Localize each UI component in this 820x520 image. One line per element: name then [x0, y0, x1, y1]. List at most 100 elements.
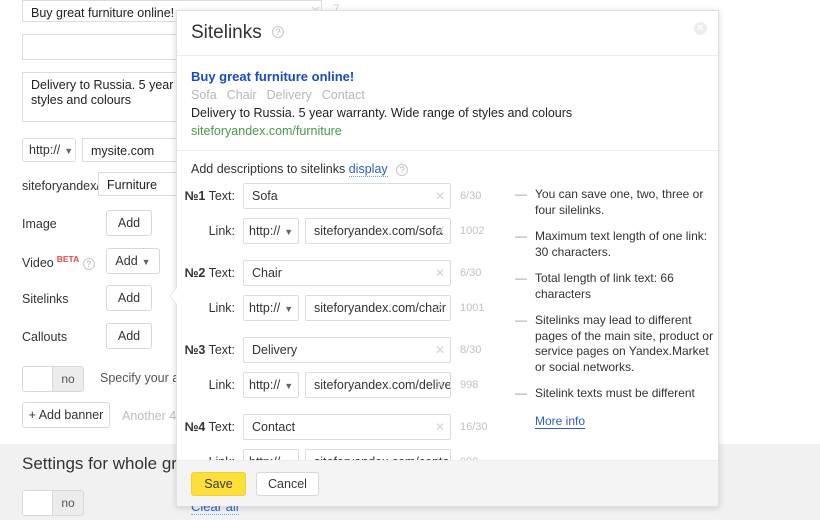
- add-banner-button[interactable]: + Add banner: [22, 402, 110, 428]
- sitelink-3-text-label: №3 Text:: [177, 337, 235, 363]
- sitelink-2-url-input[interactable]: siteforyandex.com/chair: [305, 295, 451, 321]
- dash-icon: —: [515, 229, 527, 243]
- domain-protocol-select[interactable]: http://▼: [22, 138, 76, 162]
- sitelink-link-row: Link: http://▼ siteforyandex.com/deliver…: [177, 372, 507, 400]
- chevron-down-icon: ▼: [284, 227, 294, 237]
- sitelink-4-text-clear-icon[interactable]: ✕: [432, 414, 448, 440]
- snippet-preview: Buy great furniture online! Sofa Chair Del…: [177, 56, 718, 151]
- modal-body: Add descriptions to sitelinks display ? …: [177, 151, 718, 515]
- sitelink-2-text-clear-icon[interactable]: ✕: [432, 260, 448, 286]
- sitelink-3-text-input[interactable]: Delivery: [243, 337, 451, 363]
- close-icon[interactable]: ✕: [694, 22, 707, 35]
- sitelink-2-text-label: №2 Text:: [177, 260, 235, 286]
- more-info-wrap: More info: [515, 413, 715, 429]
- video-help-icon[interactable]: ?: [82, 257, 95, 270]
- sitelink-1-protocol-select[interactable]: http://▼: [243, 218, 299, 244]
- cancel-button[interactable]: Cancel: [256, 472, 319, 496]
- toggle-knob: [23, 367, 53, 391]
- snippet-sitelink: Chair: [226, 88, 257, 102]
- dash-icon: —: [515, 187, 527, 201]
- text-label: Text:: [208, 189, 235, 203]
- snippet-url: siteforyandex.com/furniture: [191, 124, 342, 138]
- page-title: Sitelinks: [191, 22, 262, 43]
- dash-icon: —: [515, 271, 527, 285]
- sitelink-1-text-clear-icon[interactable]: ✕: [432, 183, 448, 209]
- protocol-value: http://: [249, 224, 281, 238]
- sitelink-number: №2: [184, 266, 206, 280]
- snippet-sitelink: Contact: [321, 88, 365, 102]
- toggle-label: no: [61, 496, 75, 510]
- sitelink-text-row: №3 Text: Delivery ✕ 8/30: [177, 337, 507, 365]
- sitelink-1-text-counter: 6/30: [460, 190, 482, 202]
- sitelinks-add-button[interactable]: Add: [106, 285, 152, 311]
- video-add-button[interactable]: Add ▼: [106, 248, 160, 274]
- sitelink-1-text-label: №1 Text:: [177, 183, 235, 209]
- sitelink-3-text-clear-icon[interactable]: ✕: [432, 337, 448, 363]
- video-row-label: Video BETA ?: [22, 254, 95, 270]
- chevron-down-icon: ▼: [284, 304, 294, 314]
- snippet-sitelink: Sofa: [191, 88, 217, 102]
- dash-icon: —: [515, 313, 527, 327]
- group-settings-toggle[interactable]: no: [22, 490, 84, 516]
- sitelink-3-url-input[interactable]: siteforyandex.com/delivery: [305, 372, 451, 398]
- chevron-down-icon: ▼: [284, 381, 294, 391]
- sitelink-3-protocol-select[interactable]: http://▼: [243, 372, 299, 398]
- chevron-down-icon: ▼: [64, 146, 74, 156]
- sitelink-4-text-counter: 16/30: [460, 421, 488, 433]
- callouts-row-label: Callouts: [22, 330, 68, 344]
- protocol-value: http://: [249, 378, 281, 392]
- callouts-add-button[interactable]: Add: [106, 323, 152, 349]
- modal-footer: Save Cancel: [177, 460, 718, 506]
- display-link[interactable]: display: [348, 162, 388, 177]
- sitelink-1-url-clear-icon[interactable]: ✕: [432, 218, 448, 244]
- toggle-label: no: [61, 372, 75, 386]
- sitelink-1-link-label: Link:: [208, 224, 235, 238]
- display-help-icon[interactable]: ?: [396, 163, 409, 176]
- title-help-icon[interactable]: ?: [272, 26, 284, 38]
- image-row-label: Image: [22, 217, 57, 231]
- sitelink-1-text-input[interactable]: Sofa: [243, 183, 451, 209]
- sitelink-3-text-counter: 8/30: [460, 344, 482, 356]
- text-label: Text:: [208, 420, 235, 434]
- toggle-knob: [23, 491, 53, 515]
- tip-text: Sitelinks may lead to different pages of…: [535, 313, 714, 374]
- sitelink-4-text-input[interactable]: Contact: [243, 414, 451, 440]
- snippet-sitelinks-row: Sofa Chair Delivery Contact: [191, 86, 704, 104]
- tip-item: — Maximum text length of one link: 30 ch…: [515, 229, 715, 260]
- sitelink-link-row: Link: http://▼ siteforyandex.com/sofa ✕ …: [177, 218, 507, 246]
- sitelink-2-protocol-select[interactable]: http://▼: [243, 295, 299, 321]
- snippet-sitelink: Delivery: [266, 88, 312, 102]
- image-add-button[interactable]: Add: [106, 210, 152, 236]
- sitelink-2-text-counter: 6/30: [460, 267, 482, 279]
- chevron-down-icon: ▼: [141, 257, 151, 267]
- tip-item: — You can save one, two, three or four s…: [515, 187, 715, 218]
- snippet-title: Buy great furniture online!: [191, 69, 355, 84]
- sitelink-number: №3: [184, 343, 206, 357]
- tip-item: — Sitelink texts must be different: [515, 386, 715, 402]
- tip-item: — Sitelinks may lead to different pages …: [515, 313, 715, 375]
- sitelink-link-row: Link: http://▼ siteforyandex.com/chair ✕…: [177, 295, 507, 323]
- sitelink-4-text-label: №4 Text:: [177, 414, 235, 440]
- protocol-value: http://: [249, 301, 281, 315]
- modal-pointer-tail: [170, 288, 177, 304]
- save-button[interactable]: Save: [191, 472, 246, 496]
- sitelink-2-url-clear-icon[interactable]: ✕: [432, 295, 448, 321]
- sitelink-2-url-counter: 1001: [460, 302, 485, 314]
- sitelink-3-url-clear-icon[interactable]: ✕: [432, 372, 448, 398]
- sitelink-3-link-label: Link:: [208, 378, 235, 392]
- sitelink-text-row: №1 Text: Sofa ✕ 6/30: [177, 183, 507, 211]
- tip-text: Sitelink texts must be different: [535, 386, 695, 400]
- sitelink-number: №4: [184, 420, 206, 434]
- more-info-link[interactable]: More info: [535, 413, 586, 429]
- sitelink-1-url-input[interactable]: siteforyandex.com/sofa: [305, 218, 451, 244]
- sitelink-text-row: №4 Text: Contact ✕ 16/30: [177, 414, 507, 442]
- sitelink-2-text-input[interactable]: Chair: [243, 260, 451, 286]
- tip-text: You can save one, two, three or four sil…: [535, 187, 704, 217]
- add-descriptions-hint: Add descriptions to sitelinks display ?: [177, 151, 507, 177]
- tips-panel: — You can save one, two, three or four s…: [515, 187, 715, 429]
- specify-ad-text: Specify your ad: [100, 371, 187, 385]
- specify-ad-toggle[interactable]: no: [22, 366, 84, 392]
- sitelink-text-row: №2 Text: Chair ✕ 6/30: [177, 260, 507, 288]
- sitelink-1-url-counter: 1002: [460, 225, 485, 237]
- domain-protocol-value: http://: [29, 143, 61, 157]
